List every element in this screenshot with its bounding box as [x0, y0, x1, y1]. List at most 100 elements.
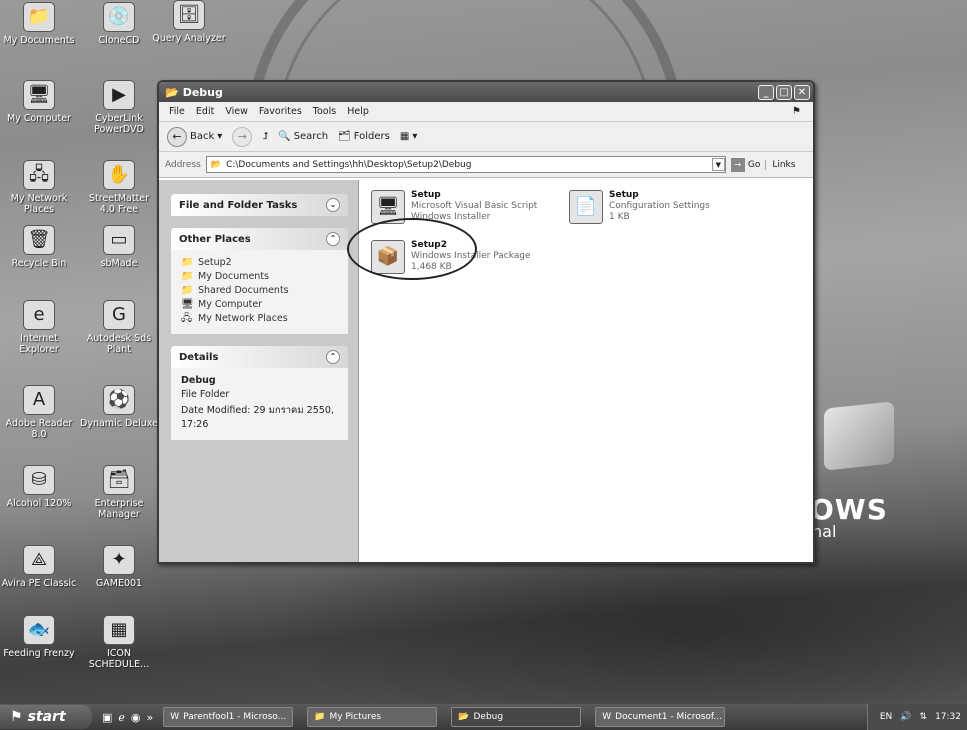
search-button[interactable]: 🔍 Search — [278, 131, 328, 142]
close-button[interactable]: ✕ — [794, 84, 810, 100]
file-name: Setup — [609, 190, 639, 200]
file-item-setup2-msi[interactable]: 📦 Setup2 Windows Installer Package 1,468… — [371, 240, 531, 274]
place-label: Setup2 — [198, 257, 232, 268]
panel-title: File and Folder Tasks — [179, 199, 298, 211]
desktop-icon[interactable]: ✋ StreetMatter 4.0 Free — [80, 160, 158, 215]
details-header[interactable]: Details ⌃ — [171, 346, 348, 368]
menu-file[interactable]: File — [169, 106, 185, 117]
folders-button[interactable]: 🗂 Folders — [338, 131, 390, 142]
desktop-icon[interactable]: 🗃 Enterprise Manager — [80, 465, 158, 520]
desktop-icon[interactable]: 🖥 My Computer — [0, 80, 78, 124]
up-folder-button[interactable]: ⮥ — [262, 131, 268, 142]
place-my-computer[interactable]: 🖥 My Computer — [181, 298, 338, 312]
desktop-icon[interactable]: ⟁ Avira PE Classic — [0, 545, 78, 589]
file-folder-tasks-header[interactable]: File and Folder Tasks ⌄ — [171, 194, 348, 216]
desktop-icon-label: My Network Places — [10, 193, 68, 215]
volume-icon[interactable]: 🔊 — [900, 712, 911, 722]
desktop-icon[interactable]: 🗄 Query Analyzer — [150, 0, 228, 44]
back-button[interactable]: ← Back ▾ — [167, 126, 222, 147]
internet-explorer-icon[interactable]: ℯ — [118, 711, 125, 724]
file-item-setup-exe[interactable]: 🖥 Setup Microsoft Visual Basic Script Wi… — [371, 190, 537, 224]
desktop-icon[interactable]: 💿 CloneCD — [80, 2, 158, 46]
powerdvd-icon: ▶ — [103, 80, 135, 110]
language-indicator[interactable]: EN — [880, 712, 892, 722]
folder-icon: 📁 — [181, 257, 194, 268]
menu-edit[interactable]: Edit — [196, 106, 214, 117]
other-places-header[interactable]: Other Places ⌃ — [171, 228, 348, 250]
views-button[interactable]: ▦ ▾ — [400, 131, 417, 142]
desktop-icon[interactable]: A Adobe Reader 8.0 — [0, 385, 78, 440]
media-player-icon[interactable]: ◉ — [131, 711, 141, 724]
desktop-icon[interactable]: ▦ ICON SCHEDULE... — [80, 615, 158, 670]
dropdown-arrow-icon[interactable]: ▾ — [217, 131, 222, 142]
my-computer-icon: 🖥 — [23, 80, 55, 110]
menu-help[interactable]: Help — [347, 106, 369, 117]
desktop-icon[interactable]: 📁 My Documents — [0, 2, 78, 46]
place-my-network-places[interactable]: 🖧 My Network Places — [181, 312, 338, 326]
menu-favorites[interactable]: Favorites — [259, 106, 302, 117]
go-label: Go — [747, 159, 761, 170]
word-icon: W — [170, 712, 180, 722]
collapse-chevron-icon[interactable]: ⌃ — [326, 350, 340, 364]
internet-explorer-icon: e — [23, 300, 55, 330]
quick-launch-more-icon[interactable]: » — [147, 711, 154, 724]
folder-icon: 📂 — [210, 159, 223, 170]
address-dropdown-icon[interactable]: ▼ — [711, 158, 725, 171]
menu-tools[interactable]: Tools — [313, 106, 336, 117]
system-tray: EN 🔊 ⇅ 17:32 — [866, 704, 967, 730]
folder-icon: 📂 — [165, 85, 179, 99]
file-item-setup-ini[interactable]: 📄 Setup Configuration Settings 1 KB — [569, 190, 710, 224]
setup-exe-icon: 🖥 — [371, 190, 405, 224]
task-document1[interactable]: W Document1 - Microsof... — [595, 707, 726, 727]
maximize-button[interactable]: □ — [776, 84, 792, 100]
place-shared-documents[interactable]: 📁 Shared Documents — [181, 284, 338, 298]
network-places-icon: 🖧 — [23, 160, 55, 190]
start-button[interactable]: ⚑ start — [0, 705, 92, 729]
desktop-icon[interactable]: G Autodesk Sds Plant — [80, 300, 158, 355]
explorer-window: 📂 Debug _ □ ✕ File Edit View Favorites T… — [157, 80, 815, 564]
folders-label: Folders — [353, 131, 390, 142]
desktop-icon-label: CloneCD — [98, 35, 140, 46]
address-input[interactable]: 📂 C:\Documents and Settings\hh\Desktop\S… — [205, 156, 726, 173]
desktop-icon[interactable]: ⚽ Dynamic Deluxe — [80, 385, 158, 429]
task-my-pictures[interactable]: 📁 My Pictures — [307, 707, 438, 727]
desktop-icon[interactable]: e Internet Explorer — [0, 300, 78, 355]
place-my-documents[interactable]: 📁 My Documents — [181, 270, 338, 284]
task-pane: File and Folder Tasks ⌄ Other Places ⌃ 📁… — [159, 180, 359, 562]
title-bar[interactable]: 📂 Debug _ □ ✕ — [159, 82, 813, 102]
start-label: start — [27, 709, 66, 725]
desktop-icon[interactable]: 🗑 Recycle Bin — [0, 225, 78, 269]
expand-chevron-icon[interactable]: ⌄ — [326, 198, 340, 212]
network-tray-icon[interactable]: ⇅ — [920, 712, 928, 722]
file-desc: 1 KB — [609, 212, 630, 222]
task-label: My Pictures — [329, 712, 382, 722]
forward-button[interactable]: → — [232, 126, 253, 147]
desktop-icon-label: Dynamic Deluxe — [80, 418, 158, 429]
go-button[interactable]: → Go — [730, 157, 761, 172]
up-folder-icon: ⮥ — [262, 131, 269, 142]
desktop-icon[interactable]: ▶ CyberLink PowerDVD — [80, 80, 158, 135]
desktop-icon-label: Query Analyzer — [152, 33, 226, 44]
desktop-icon[interactable]: ⛁ Alcohol 120% — [0, 465, 78, 509]
links-button[interactable]: Links — [765, 159, 795, 170]
collapse-chevron-icon[interactable]: ⌃ — [326, 232, 340, 246]
config-file-icon: 📄 — [569, 190, 603, 224]
avira-icon: ⟁ — [23, 545, 55, 575]
minimize-button[interactable]: _ — [758, 84, 774, 100]
details-body: Debug File Folder Date Modified: 29 มกรา… — [171, 368, 348, 440]
dropdown-arrow-icon: ▾ — [412, 131, 418, 142]
feeding-frenzy-icon: 🐟 — [23, 615, 55, 645]
windows-flag-icon — [824, 401, 894, 471]
menu-view[interactable]: View — [225, 106, 248, 117]
file-list: 🖥 Setup Microsoft Visual Basic Script Wi… — [347, 180, 813, 562]
task-debug[interactable]: 📂 Debug — [451, 707, 582, 727]
task-word-doc[interactable]: W Parentfool1 - Microso... — [163, 707, 294, 727]
desktop-icon[interactable]: ▭ sbMade — [80, 225, 158, 269]
enterprise-manager-icon: 🗃 — [103, 465, 135, 495]
desktop-icon[interactable]: 🖧 My Network Places — [0, 160, 78, 215]
desktop-icon[interactable]: 🐟 Feeding Frenzy — [0, 615, 78, 659]
show-desktop-icon[interactable]: ▣ — [102, 711, 112, 724]
place-setup2[interactable]: 📁 Setup2 — [181, 256, 338, 270]
desktop-icon-label: Alcohol 120% — [6, 498, 72, 509]
desktop-icon[interactable]: ✦ GAME001 — [80, 545, 158, 589]
